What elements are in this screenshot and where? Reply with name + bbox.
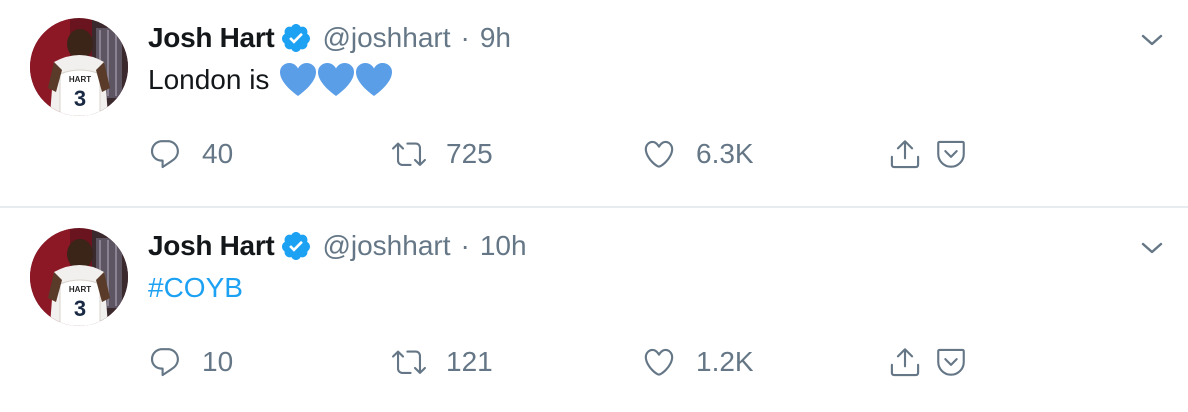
tweet-header: Josh Hart @joshhart · 10h: [148, 228, 527, 264]
share-button[interactable]: [888, 342, 922, 382]
retweet-count: 121: [446, 346, 493, 377]
timestamp[interactable]: 9h: [480, 22, 511, 54]
retweet-icon: [392, 142, 426, 166]
author-name[interactable]: Josh Hart: [148, 22, 275, 54]
chevron-down-icon[interactable]: [1138, 26, 1166, 54]
chevron-down-icon[interactable]: [1138, 234, 1166, 262]
retweet-button[interactable]: 725: [392, 134, 493, 174]
separator-dot: ·: [460, 22, 470, 53]
share-icon: [890, 140, 920, 169]
like-button[interactable]: 6.3K: [642, 134, 754, 174]
author-handle[interactable]: @joshhart: [322, 230, 450, 262]
reply-button[interactable]: 40: [148, 134, 233, 174]
reply-count: 40: [202, 138, 234, 169]
tweet[interactable]: HART 3 Josh Hart @joshhart · 9h London i…: [0, 0, 1188, 207]
save-button[interactable]: [934, 134, 968, 174]
tweet-text: #COYB: [148, 272, 243, 304]
jersey-name: HART: [69, 75, 91, 84]
avatar[interactable]: HART 3: [30, 18, 128, 116]
blue-heart-icon: [279, 62, 317, 98]
retweet-icon: [392, 350, 426, 374]
verified-badge-icon: [280, 230, 312, 262]
retweet-count: 725: [446, 138, 493, 169]
like-count: 1.2K: [696, 346, 754, 377]
share-button[interactable]: [888, 134, 922, 174]
reply-icon: [150, 348, 179, 377]
blue-heart-icon: [317, 62, 355, 98]
save-icon: [937, 140, 965, 168]
like-count: 6.3K: [696, 138, 754, 169]
share-icon: [890, 348, 920, 377]
jersey-name: HART: [69, 285, 91, 294]
author-name[interactable]: Josh Hart: [148, 230, 275, 262]
tweet-text-content: London is: [148, 64, 270, 95]
save-icon: [937, 348, 965, 376]
tweet-text: London is: [148, 62, 393, 98]
hashtag-link[interactable]: #COYB: [148, 272, 243, 304]
tweet-actions: 40 725 6.3K: [148, 134, 988, 174]
separator-dot: ·: [460, 230, 470, 261]
avatar-image: HART 3: [30, 18, 128, 116]
tweet[interactable]: HART 3 Josh Hart @joshhart · 10h #COYB 1…: [0, 208, 1188, 412]
retweet-button[interactable]: 121: [392, 342, 493, 382]
avatar-image: HART 3: [30, 228, 128, 326]
reply-icon: [150, 140, 179, 169]
like-button[interactable]: 1.2K: [642, 342, 754, 382]
like-icon: [644, 348, 674, 376]
reply-button[interactable]: 10: [148, 342, 233, 382]
jersey-number: 3: [74, 86, 86, 111]
tweet-feed: HART 3 Josh Hart @joshhart · 9h London i…: [0, 0, 1188, 412]
tweet-header: Josh Hart @joshhart · 9h: [148, 20, 511, 56]
reply-count: 10: [202, 346, 234, 377]
like-icon: [644, 140, 674, 168]
blue-heart-icon: [355, 62, 393, 98]
avatar[interactable]: HART 3: [30, 228, 128, 326]
verified-badge-icon: [280, 22, 312, 54]
save-button[interactable]: [934, 342, 968, 382]
timestamp[interactable]: 10h: [480, 230, 527, 262]
tweet-actions: 10 121 1.2K: [148, 342, 988, 382]
author-handle[interactable]: @joshhart: [322, 22, 450, 54]
jersey-number: 3: [74, 296, 86, 321]
